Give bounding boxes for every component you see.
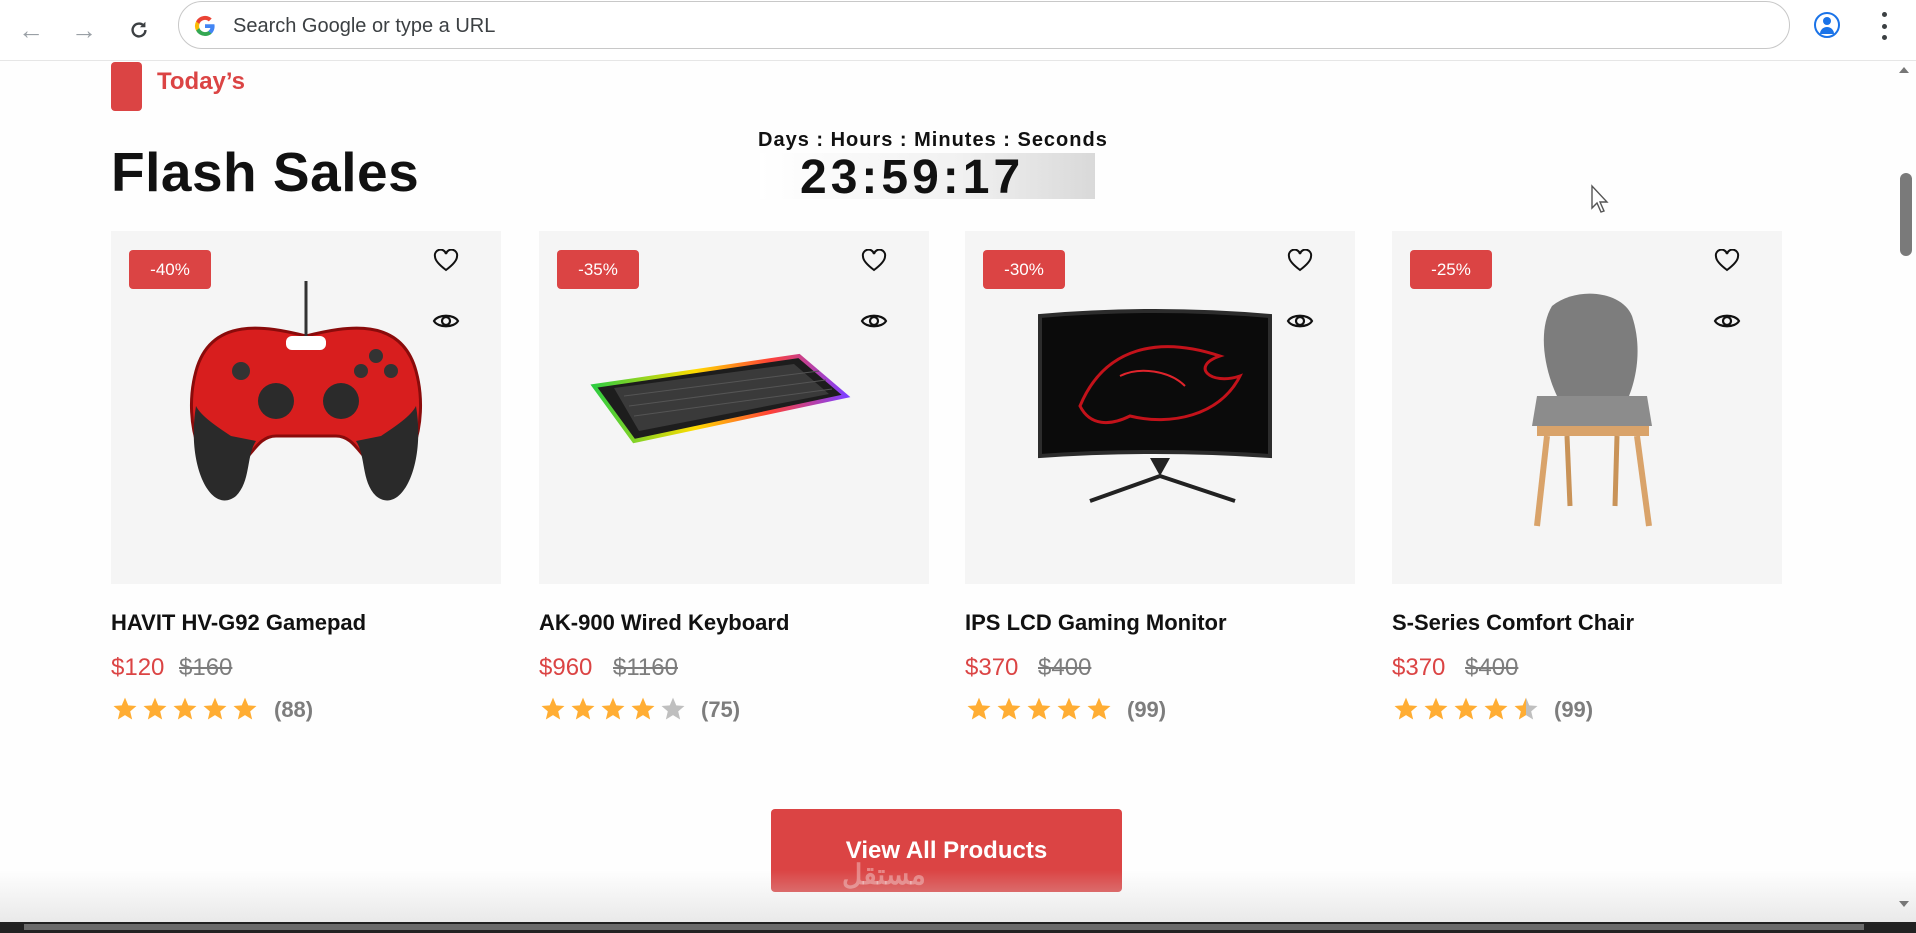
gamepad-image [190, 281, 422, 501]
product-card[interactable]: -30% [965, 231, 1355, 584]
rating-stars [112, 696, 258, 724]
star-icon [631, 697, 655, 720]
product-price: $120 [111, 654, 165, 681]
countdown-timer: 23:59:17 [800, 151, 1025, 204]
review-count: (99) [1127, 697, 1167, 722]
video-progress-track[interactable] [24, 924, 1864, 930]
scroll-up-arrow-icon[interactable] [1898, 64, 1910, 76]
scroll-down-arrow-icon[interactable] [1898, 898, 1910, 910]
browser-toolbar: ← → Search Google or type a URL [0, 0, 1916, 61]
product-card[interactable]: -40% [111, 231, 501, 584]
chair-image [1532, 293, 1652, 527]
address-bar[interactable]: Search Google or type a URL [178, 1, 1790, 49]
section-kicker: Today’s [157, 68, 246, 95]
star-icon [601, 697, 625, 720]
countdown-label: Days : Hours : Minutes : Seconds [758, 129, 1108, 151]
star-icon [541, 697, 565, 720]
product-old-price: $1160 [613, 654, 678, 681]
star-icon [203, 697, 227, 720]
star-icon [1454, 697, 1478, 720]
product-price: $370 [965, 654, 1019, 681]
reload-icon[interactable] [119, 10, 159, 50]
star-icon [1394, 697, 1418, 720]
rating-stars [1393, 696, 1539, 724]
monitor-image [1038, 309, 1272, 503]
profile-avatar-icon[interactable] [1814, 12, 1840, 38]
view-all-products-button[interactable]: View All Products [771, 809, 1122, 892]
page-title: Flash Sales [111, 141, 420, 203]
heart-icon[interactable] [1283, 244, 1317, 278]
product-name[interactable]: S-Series Comfort Chair [1392, 610, 1634, 636]
product-price: $960 [539, 654, 593, 681]
omnibox-placeholder: Search Google or type a URL [233, 15, 496, 37]
star-icon [113, 697, 137, 720]
product-name[interactable]: AK-900 Wired Keyboard [539, 610, 789, 636]
star-icon [1087, 697, 1111, 720]
google-logo-icon [193, 14, 217, 38]
product-price: $370 [1392, 654, 1446, 681]
heart-icon[interactable] [1710, 244, 1744, 278]
product-card[interactable]: -25% [1392, 231, 1782, 584]
product-name[interactable]: IPS LCD Gaming Monitor [965, 610, 1227, 636]
star-icon [1027, 697, 1051, 720]
forward-arrow-icon[interactable]: → [64, 10, 104, 50]
star-icon [571, 697, 595, 720]
heart-icon[interactable] [429, 244, 463, 278]
keyboard-image [590, 353, 851, 444]
product-old-price: $400 [1465, 654, 1519, 681]
star-icon [1057, 697, 1081, 720]
rating-stars [966, 696, 1112, 724]
rating-stars [540, 696, 686, 724]
product-card[interactable]: -35% [539, 231, 929, 584]
review-count: (99) [1554, 697, 1594, 722]
star-icon [173, 697, 197, 720]
section-accent-bar [111, 62, 142, 111]
product-name[interactable]: HAVIT HV-G92 Gamepad [111, 610, 366, 636]
scrollbar-thumb[interactable] [1900, 173, 1912, 256]
mouse-cursor-icon [1591, 184, 1609, 213]
heart-icon[interactable] [857, 244, 891, 278]
star-icon [997, 697, 1021, 720]
watermark-logo: مستقل [842, 859, 926, 890]
star-icon [233, 697, 257, 720]
star-icon [1514, 697, 1538, 720]
star-icon [143, 697, 167, 720]
star-icon [967, 697, 991, 720]
kebab-menu-icon[interactable] [1874, 12, 1894, 40]
star-icon [1484, 697, 1508, 720]
star-icon [661, 697, 685, 720]
star-icon [1424, 697, 1448, 720]
product-old-price: $400 [1038, 654, 1092, 681]
review-count: (75) [701, 697, 741, 722]
product-old-price: $160 [179, 654, 233, 681]
back-arrow-icon[interactable]: ← [11, 10, 51, 50]
review-count: (88) [274, 697, 314, 722]
